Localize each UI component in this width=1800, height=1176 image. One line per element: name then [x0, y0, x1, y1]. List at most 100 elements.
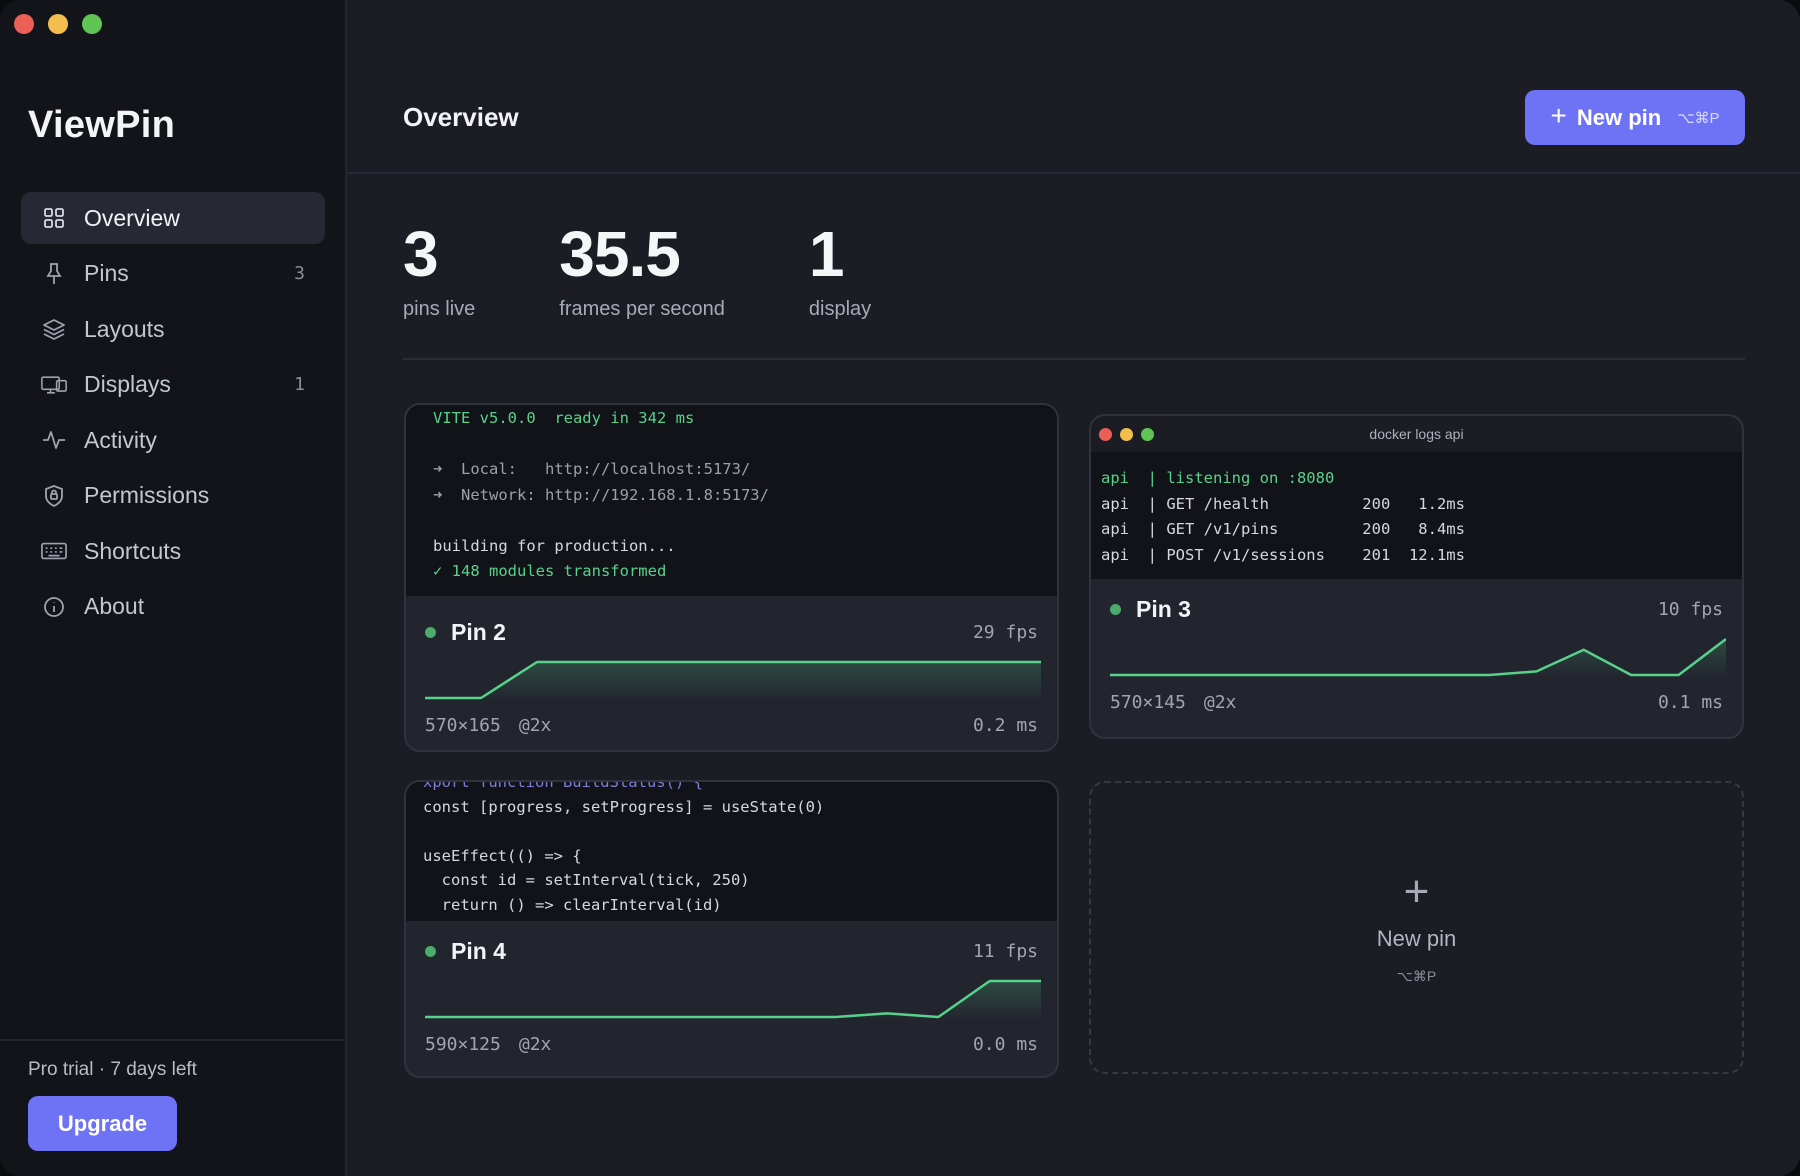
pin-icon	[41, 261, 67, 287]
stat-fps: 35.5 frames per second	[559, 222, 725, 321]
new-pin-placeholder[interactable]: + New pin ⌥⌘P	[1089, 781, 1744, 1074]
terminal-line: return () => clearInterval(id)	[423, 895, 722, 914]
sparkline-line	[1110, 638, 1726, 677]
sidebar-item-label: Activity	[84, 426, 157, 453]
pin-card-4[interactable]: xport function BuildStatus() { const [pro…	[404, 780, 1059, 1078]
sidebar-item-pins[interactable]: Pins 3	[21, 248, 325, 300]
shield-icon	[41, 483, 67, 509]
live-status-dot	[425, 945, 436, 957]
sidebar-item-layouts[interactable]: Layouts	[21, 303, 325, 355]
pin-footer: Pin 2 29 fps 570×165 @2x 0.2 ms	[406, 614, 1057, 740]
pin-preview: VITE v5.0.0 ready in 342 ms ➜ Local: htt…	[406, 405, 1057, 596]
terminal-line: api | listening on :8080	[1101, 469, 1335, 487]
fps-sparkline	[425, 660, 1041, 702]
fps-sparkline	[425, 979, 1041, 1021]
terminal-line: ✓ 148 modules transformed	[433, 562, 667, 580]
sparkline-area	[425, 662, 1041, 702]
sidebar-item-permissions[interactable]: Permissions	[21, 470, 325, 522]
activity-icon	[41, 427, 67, 453]
sidebar-item-label: Shortcuts	[84, 537, 182, 564]
terminal-line: xport function BuildStatus() {	[423, 780, 703, 791]
sidebar: ViewPin Overview Pins 3 Layouts Displays…	[0, 0, 347, 1176]
pin-card-3[interactable]: docker logs api api | listening on :8080…	[1089, 414, 1744, 739]
stat-display: 1 display	[809, 222, 871, 321]
pin-latency: 0.0 ms	[972, 1033, 1038, 1055]
terminal-line: api | GET /health 200 1.2ms	[1101, 494, 1465, 513]
plus-icon: +	[1403, 867, 1430, 916]
pin-preview: api | listening on :8080 api | GET /healt…	[1091, 452, 1742, 579]
terminal-line: useEffect(() => {	[423, 846, 582, 865]
sparkline-area	[425, 981, 1041, 1021]
displays-count-badge: 1	[294, 374, 305, 395]
pin-scale: @2x	[518, 1033, 552, 1055]
sparkline-area	[1110, 639, 1726, 679]
sidebar-item-label: Permissions	[84, 482, 210, 508]
pin-preview: xport function BuildStatus() { const [pro…	[406, 780, 1057, 921]
terminal-titlebar: docker logs api	[1091, 416, 1742, 452]
app-window: ViewPin Overview Pins 3 Layouts Displays…	[0, 0, 1800, 1176]
sidebar-nav: Overview Pins 3 Layouts Displays 1 Activ…	[21, 192, 325, 636]
grid-icon	[41, 205, 67, 231]
pin-fps: 10 fps	[1657, 598, 1723, 620]
stats-row: 3 pins live 35.5 frames per second 1 dis…	[403, 222, 955, 321]
page-title: Overview	[403, 102, 519, 132]
pin-size: 570×145	[1110, 691, 1186, 713]
pin-fps: 11 fps	[972, 940, 1038, 962]
pin-card-2[interactable]: VITE v5.0.0 ready in 342 ms ➜ Local: htt…	[404, 403, 1059, 752]
terminal-line: const [progress, setProgress] = useState…	[423, 797, 825, 816]
pin-meta: 570×145 @2x 0.1 ms	[1110, 687, 1723, 717]
new-pin-placeholder-shortcut: ⌥⌘P	[1396, 968, 1437, 984]
sidebar-item-label: About	[84, 593, 145, 619]
stat-value: 35.5	[559, 218, 681, 290]
sidebar-item-displays[interactable]: Displays 1	[21, 359, 325, 411]
stat-pins-live: 3 pins live	[403, 222, 475, 321]
new-pin-label: New pin	[1576, 104, 1662, 130]
sidebar-item-label: Layouts	[84, 315, 165, 342]
terminal-line: building for production...	[433, 536, 676, 555]
terminal-line: ➜ Local: http://localhost:5173/	[433, 460, 751, 478]
new-pin-placeholder-label: New pin	[1376, 926, 1457, 951]
sidebar-item-label: Overview	[84, 204, 180, 231]
stat-label: frames per second	[559, 298, 725, 320]
upgrade-button[interactable]: Upgrade	[28, 1096, 177, 1151]
terminal-line: ➜ Network: http://192.168.1.8:5173/	[433, 485, 769, 504]
pin-meta: 590×125 @2x 0.0 ms	[425, 1029, 1038, 1059]
pin-title-row: Pin 2 29 fps	[425, 614, 1038, 650]
sidebar-item-about[interactable]: About	[21, 581, 325, 633]
close-window-button[interactable]	[14, 14, 34, 34]
new-pin-shortcut: ⌥⌘P	[1677, 109, 1720, 127]
stat-value: 3	[403, 218, 439, 290]
pin-footer: Pin 3 10 fps 570×145 @2x 0.1 ms	[1091, 591, 1742, 717]
sidebar-item-label: Displays	[84, 371, 171, 397]
stat-label: display	[808, 298, 872, 320]
fps-sparkline	[1110, 638, 1726, 679]
terminal-line: const id = setInterval(tick, 250)	[423, 871, 750, 889]
pin-dimensions: 570×165 @2x	[425, 715, 551, 736]
page-header: Overview + New pin ⌥⌘P	[347, 0, 1800, 174]
pin-latency: 0.1 ms	[1657, 691, 1723, 713]
sidebar-item-shortcuts[interactable]: Shortcuts	[21, 525, 325, 577]
sidebar-item-label: Pins	[84, 260, 129, 286]
new-pin-button[interactable]: + New pin ⌥⌘P	[1525, 90, 1745, 145]
pin-scale: @2x	[1203, 691, 1237, 713]
sidebar-item-overview[interactable]: Overview	[21, 192, 325, 244]
main-content: Overview + New pin ⌥⌘P 3 pins live 35.5 …	[347, 0, 1800, 1176]
terminal-line: api | GET /v1/pins 200 8.4ms	[1101, 520, 1465, 538]
info-icon	[41, 594, 67, 620]
pin-name: Pin 2	[451, 618, 506, 645]
pin-name: Pin 3	[1136, 595, 1191, 622]
pin-fps: 29 fps	[972, 621, 1038, 643]
sidebar-item-activity[interactable]: Activity	[21, 414, 325, 466]
terminal-title: docker logs api	[1369, 426, 1464, 442]
pin-title-row: Pin 3 10 fps	[1110, 591, 1723, 627]
pin-scale: @2x	[518, 714, 552, 736]
pins-count-badge: 3	[294, 263, 305, 284]
minimize-window-button[interactable]	[48, 14, 68, 34]
window-controls	[14, 14, 102, 34]
plus-icon: +	[1550, 100, 1567, 131]
display-icon	[41, 372, 67, 398]
zoom-window-button[interactable]	[82, 14, 102, 34]
